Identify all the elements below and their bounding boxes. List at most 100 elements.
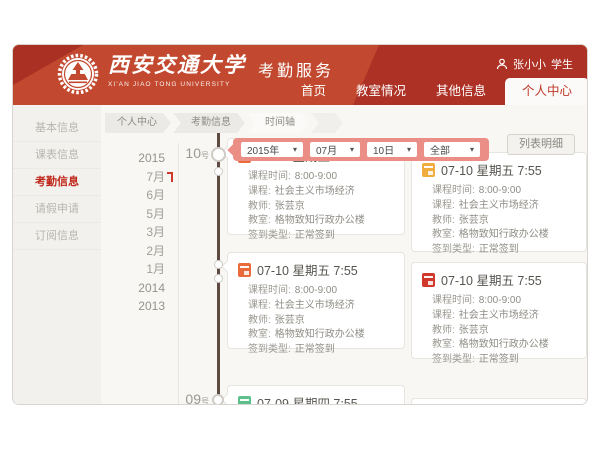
- user-name: 张小小: [513, 56, 546, 72]
- card-fields: 课程时间: 8:00-9:00 课程: 社会主义市场经济 教师: 张芸京 教室: 格物致…: [432, 184, 576, 258]
- field-value: 社会主义市场经济: [275, 186, 355, 197]
- type-dropdown[interactable]: 全部 ▾: [424, 142, 480, 157]
- university-name-en: XI'AN JIAO TONG UNIVERSITY: [108, 81, 246, 88]
- day-suffix: 号: [201, 151, 209, 160]
- timeline-node-day09[interactable]: [212, 394, 224, 405]
- card-header: 07-10 星期五 7:55: [422, 160, 576, 179]
- timeline-node-day10[interactable]: [211, 147, 226, 162]
- field-value: 正常签到: [295, 344, 335, 355]
- mini-nav-month-1[interactable]: 1月: [109, 260, 165, 279]
- field-value: 正常签到: [479, 354, 519, 365]
- mini-nav-month-2[interactable]: 2月: [109, 242, 165, 261]
- field-label: 课程:: [432, 310, 455, 321]
- current-month-marker: [171, 172, 173, 182]
- field-value: 格物致知行政办公楼: [275, 329, 365, 340]
- sidebar: 基本信息 课表信息 考勤信息 请假申请 订阅信息: [13, 105, 101, 404]
- mini-nav-month-label: 7月: [146, 170, 165, 184]
- day-label-09: 09号: [171, 391, 209, 405]
- field-value: 格物致知行政办公楼: [459, 229, 549, 240]
- card-fields: 课程时间:8:00-9:00 课程:社会主义市场经济 教师:张芸京 教室:格物致…: [432, 294, 576, 368]
- field-value: 张芸京: [275, 315, 305, 326]
- mini-nav-year-2015[interactable]: 2015: [109, 149, 165, 168]
- attendance-card-stub: [411, 398, 587, 405]
- card-date: 07-09 星期四 7:55: [257, 393, 358, 405]
- field-label: 课程时间:: [432, 185, 475, 196]
- breadcrumb-timeline[interactable]: 时间轴: [247, 113, 309, 133]
- sidebar-item-subscription-info[interactable]: 订阅信息: [13, 223, 101, 250]
- list-detail-button[interactable]: 列表明细: [507, 134, 575, 155]
- calendar-icon: [422, 163, 435, 177]
- sidebar-item-leave-request[interactable]: 请假申请: [13, 196, 101, 223]
- card-header: 07-09 星期四 7:55: [238, 393, 394, 405]
- attendance-card[interactable]: 07-10 星期五 7:55 课程时间: 8:00-9:00 课程: 社会主义市场经…: [411, 152, 587, 252]
- user-info[interactable]: 张小小 学生: [496, 56, 573, 72]
- app-header: 西安交通大学 XI'AN JIAO TONG UNIVERSITY 考勤服务 张…: [13, 45, 588, 105]
- field-label: 教室:: [432, 229, 455, 240]
- calendar-icon: [238, 396, 251, 406]
- day-dropdown[interactable]: 10日 ▾: [367, 142, 417, 157]
- breadcrumb-attendance-info[interactable]: 考勤信息: [173, 113, 245, 133]
- day-number: 10: [185, 145, 201, 161]
- nav-personal-center-active-tab[interactable]: 个人中心: [505, 78, 588, 105]
- attendance-card[interactable]: 07-09 星期四 7:55: [227, 385, 405, 405]
- field-value: 8:00-9:00: [479, 295, 521, 306]
- card-fields: 课程时间:8:00-9:00 课程:社会主义市场经济 教师:张芸京 教室:格物致…: [248, 170, 394, 244]
- year-dropdown-value: 2015年: [247, 142, 279, 157]
- card-header: 07-10 星期五 7:55: [238, 260, 394, 279]
- card-fields: 课程时间:8:00-9:00 课程:社会主义市场经济 教师:张芸京 教室:格物致…: [248, 284, 394, 358]
- mini-nav-month-6[interactable]: 6月: [109, 186, 165, 205]
- card-header: 07-10 星期五 7:55: [422, 270, 576, 289]
- field-label: 课程时间:: [248, 285, 291, 296]
- user-role: 学生: [551, 56, 573, 72]
- nav-home[interactable]: 首页: [286, 78, 341, 105]
- nav-classrooms[interactable]: 教室情况: [341, 78, 421, 105]
- field-value: 8:00-9:00: [479, 185, 521, 196]
- main-nav: 首页 教室情况 其他信息 个人中心: [286, 78, 588, 105]
- field-label: 教师:: [248, 315, 271, 326]
- breadcrumb-personal-center[interactable]: 个人中心: [105, 113, 171, 133]
- field-label: 签到类型:: [248, 344, 291, 355]
- mini-nav-year-2013[interactable]: 2013: [109, 297, 165, 316]
- day-label-10: 10号: [171, 145, 209, 163]
- field-label: 课程:: [432, 200, 455, 211]
- field-value: 张芸京: [459, 215, 489, 226]
- nav-other-info[interactable]: 其他信息: [421, 78, 501, 105]
- field-label: 签到类型:: [432, 354, 475, 365]
- year-dropdown[interactable]: 2015年 ▾: [241, 142, 303, 157]
- month-dropdown[interactable]: 07月 ▾: [310, 142, 360, 157]
- university-name-cn: 西安交通大学: [108, 53, 246, 79]
- field-label: 教师:: [432, 325, 455, 336]
- chevron-down-icon: ▾: [350, 145, 354, 154]
- field-label: 课程:: [248, 300, 271, 311]
- field-value: 格物致知行政办公楼: [459, 339, 549, 350]
- card-date: 07-10 星期五 7:55: [257, 260, 358, 279]
- field-label: 教室:: [248, 329, 271, 340]
- chevron-down-icon: ▾: [470, 145, 474, 154]
- field-label: 教师:: [432, 215, 455, 226]
- chevron-down-icon: ▾: [407, 145, 411, 154]
- mini-nav-month-3[interactable]: 3月: [109, 223, 165, 242]
- timeline-node-small-1: [214, 167, 223, 176]
- field-label: 教室:: [248, 215, 271, 226]
- month-dropdown-value: 07月: [316, 142, 337, 157]
- screenshot-stage: 西安交通大学 XI'AN JIAO TONG UNIVERSITY 考勤服务 张…: [0, 0, 600, 450]
- field-value: 张芸京: [459, 325, 489, 336]
- field-label: 教室:: [432, 339, 455, 350]
- field-label: 课程:: [248, 186, 271, 197]
- attendance-card[interactable]: 07-10 星期五 7:55 课程时间:8:00-9:00 课程:社会主义市场经…: [411, 262, 587, 359]
- attendance-card[interactable]: 07-10 星期五 7:55 课程时间:8:00-9:00 课程:社会主义市场经…: [227, 252, 405, 349]
- mini-nav-month-5[interactable]: 5月: [109, 205, 165, 224]
- sidebar-item-basic-info[interactable]: 基本信息: [13, 115, 101, 142]
- sidebar-item-timetable-info[interactable]: 课表信息: [13, 142, 101, 169]
- mini-nav-month-7-active[interactable]: 7月: [109, 168, 165, 187]
- app-window: 西安交通大学 XI'AN JIAO TONG UNIVERSITY 考勤服务 张…: [12, 44, 588, 405]
- field-value: 格物致知行政办公楼: [275, 215, 365, 226]
- field-label: 签到类型:: [248, 230, 291, 241]
- card-date: 07-10 星期五 7:55: [441, 270, 542, 289]
- field-value: 张芸京: [275, 201, 305, 212]
- field-value: 社会主义市场经济: [459, 200, 539, 211]
- sidebar-item-attendance-info[interactable]: 考勤信息: [13, 169, 101, 196]
- field-value: 社会主义市场经济: [459, 310, 539, 321]
- calendar-icon: [238, 263, 251, 277]
- mini-nav-year-2014[interactable]: 2014: [109, 279, 165, 298]
